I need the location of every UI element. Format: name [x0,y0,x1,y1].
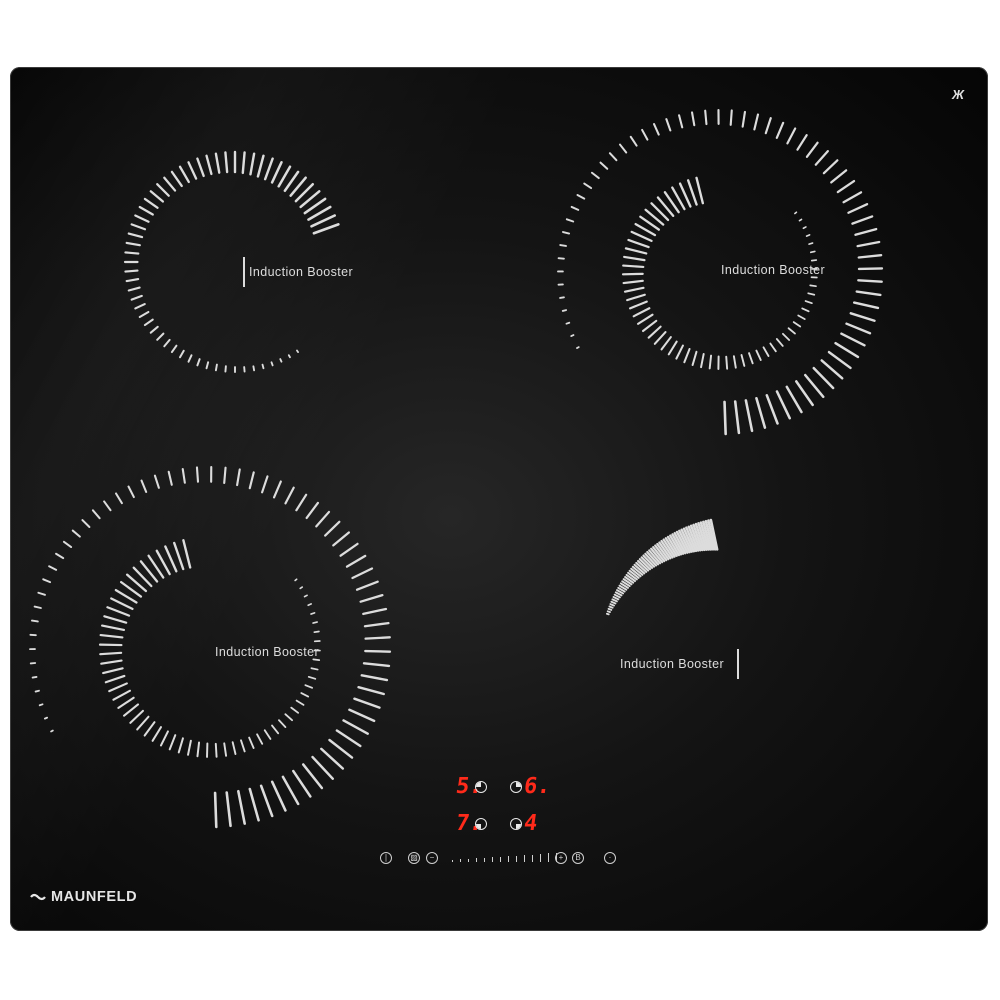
plus-icon[interactable]: + [555,852,567,864]
zone-tick [605,612,610,616]
brand-name: MAUNFELD [51,889,138,905]
slider-tick [460,859,462,862]
zone-label-bar [737,649,739,679]
zone-tick [606,610,611,614]
zone-marking [605,518,719,616]
minus-icon[interactable]: − [426,852,438,864]
slider-tick [532,854,534,862]
timer-icon[interactable]: · [604,852,616,864]
zone-tick [608,605,614,609]
slider-tick [508,856,510,862]
slider-tick [548,853,550,862]
zone-label: Induction Booster [620,657,725,671]
slider-tick [468,858,470,862]
lock-icon[interactable]: ▨ [408,852,420,864]
brand-mark-icon [30,893,46,901]
zone-position-back-left-icon [475,781,487,793]
zone-tick [611,598,618,603]
zone-position-front-right-icon [510,818,522,830]
power-icon[interactable]: ∣ [380,852,392,864]
slider-tick [452,860,454,862]
zone-position-front-left-icon [475,818,487,830]
display-back-right: 6. [522,774,553,799]
brand-logo: MAUNFELD [30,889,137,905]
zone-tick [607,607,613,611]
slider-tick [484,857,486,862]
slider-tick [500,856,502,862]
slider-tick [476,858,478,862]
slider-tick [516,855,518,862]
slider-tick [492,857,494,862]
slider-tick [540,853,542,862]
zone-position-back-right-icon [510,781,522,793]
booster-button[interactable]: B [572,852,584,864]
zone-tick [609,603,615,607]
cooktop-glass-panel: Ж Induction Booster Induction Booster In… [10,67,988,931]
slider-tick [524,855,526,862]
zone-tick [612,596,620,601]
zone-tick [610,600,617,605]
power-level-slider[interactable] [452,852,562,864]
